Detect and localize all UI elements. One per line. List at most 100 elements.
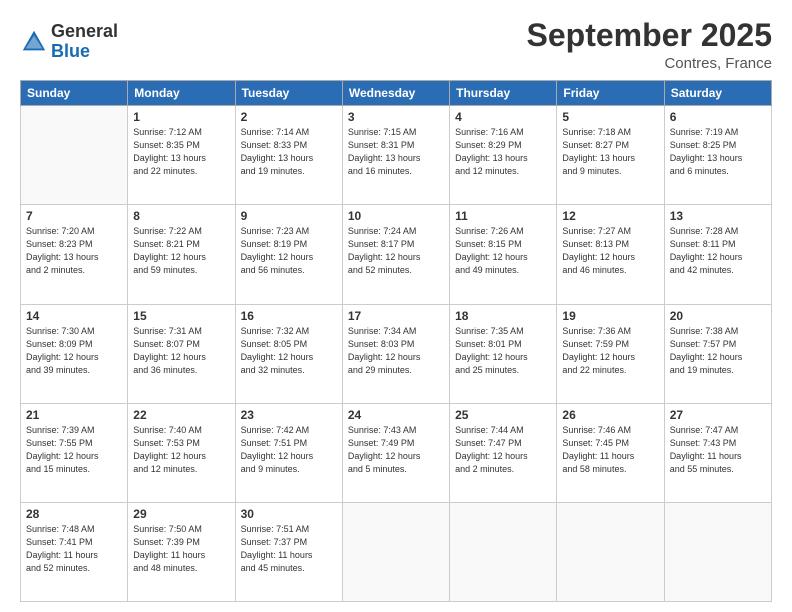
subtitle: Contres, France <box>527 55 772 72</box>
day-number: 15 <box>133 309 229 323</box>
day-number: 20 <box>670 309 766 323</box>
day-number: 30 <box>241 507 337 521</box>
calendar-cell: 14 Sunrise: 7:30 AM Sunset: 8:09 PM Dayli… <box>21 304 128 403</box>
day-number: 13 <box>670 209 766 223</box>
logo-icon <box>20 28 48 56</box>
day-number: 28 <box>26 507 122 521</box>
day-number: 18 <box>455 309 551 323</box>
calendar-cell <box>664 502 771 601</box>
day-info: Sunrise: 7:14 AM Sunset: 8:33 PM Dayligh… <box>241 126 337 178</box>
calendar-cell <box>21 106 128 205</box>
day-number: 8 <box>133 209 229 223</box>
day-info: Sunrise: 7:43 AM Sunset: 7:49 PM Dayligh… <box>348 424 444 476</box>
calendar: SundayMondayTuesdayWednesdayThursdayFrid… <box>20 80 772 602</box>
calendar-cell: 27 Sunrise: 7:47 AM Sunset: 7:43 PM Dayli… <box>664 403 771 502</box>
calendar-cell: 15 Sunrise: 7:31 AM Sunset: 8:07 PM Dayli… <box>128 304 235 403</box>
calendar-cell: 13Sunrise: 7:28 AM Sunset: 8:11 PM Dayli… <box>664 205 771 304</box>
day-number: 2 <box>241 110 337 124</box>
day-info: Sunrise: 7:38 AM Sunset: 7:57 PM Dayligh… <box>670 325 766 377</box>
calendar-day-header: Tuesday <box>235 81 342 106</box>
calendar-cell: 6 Sunrise: 7:19 AM Sunset: 8:25 PM Daylig… <box>664 106 771 205</box>
day-number: 26 <box>562 408 658 422</box>
calendar-cell: 11 Sunrise: 7:26 AM Sunset: 8:15 PM Dayli… <box>450 205 557 304</box>
calendar-cell: 5Sunrise: 7:18 AM Sunset: 8:27 PM Daylig… <box>557 106 664 205</box>
calendar-day-header: Friday <box>557 81 664 106</box>
calendar-cell: 28 Sunrise: 7:48 AM Sunset: 7:41 PM Dayli… <box>21 502 128 601</box>
logo-blue: Blue <box>51 42 118 62</box>
calendar-cell: 24Sunrise: 7:43 AM Sunset: 7:49 PM Dayli… <box>342 403 449 502</box>
main-title: September 2025 <box>527 18 772 53</box>
calendar-header-row: SundayMondayTuesdayWednesdayThursdayFrid… <box>21 81 772 106</box>
calendar-cell: 8 Sunrise: 7:22 AM Sunset: 8:21 PM Daylig… <box>128 205 235 304</box>
day-number: 6 <box>670 110 766 124</box>
day-number: 16 <box>241 309 337 323</box>
day-info: Sunrise: 7:39 AM Sunset: 7:55 PM Dayligh… <box>26 424 122 476</box>
calendar-week-row: 14 Sunrise: 7:30 AM Sunset: 8:09 PM Dayli… <box>21 304 772 403</box>
day-number: 12 <box>562 209 658 223</box>
day-info: Sunrise: 7:46 AM Sunset: 7:45 PM Dayligh… <box>562 424 658 476</box>
calendar-cell: 18Sunrise: 7:35 AM Sunset: 8:01 PM Dayli… <box>450 304 557 403</box>
day-number: 5 <box>562 110 658 124</box>
day-number: 3 <box>348 110 444 124</box>
day-info: Sunrise: 7:44 AM Sunset: 7:47 PM Dayligh… <box>455 424 551 476</box>
day-info: Sunrise: 7:22 AM Sunset: 8:21 PM Dayligh… <box>133 225 229 277</box>
calendar-cell: 23 Sunrise: 7:42 AM Sunset: 7:51 PM Dayli… <box>235 403 342 502</box>
day-info: Sunrise: 7:47 AM Sunset: 7:43 PM Dayligh… <box>670 424 766 476</box>
day-number: 17 <box>348 309 444 323</box>
calendar-week-row: 1Sunrise: 7:12 AM Sunset: 8:35 PM Daylig… <box>21 106 772 205</box>
day-info: Sunrise: 7:32 AM Sunset: 8:05 PM Dayligh… <box>241 325 337 377</box>
calendar-cell: 1Sunrise: 7:12 AM Sunset: 8:35 PM Daylig… <box>128 106 235 205</box>
day-info: Sunrise: 7:51 AM Sunset: 7:37 PM Dayligh… <box>241 523 337 575</box>
day-number: 19 <box>562 309 658 323</box>
day-info: Sunrise: 7:26 AM Sunset: 8:15 PM Dayligh… <box>455 225 551 277</box>
calendar-day-header: Sunday <box>21 81 128 106</box>
calendar-cell: 19Sunrise: 7:36 AM Sunset: 7:59 PM Dayli… <box>557 304 664 403</box>
calendar-day-header: Monday <box>128 81 235 106</box>
day-number: 25 <box>455 408 551 422</box>
logo: General Blue <box>20 22 118 62</box>
day-info: Sunrise: 7:27 AM Sunset: 8:13 PM Dayligh… <box>562 225 658 277</box>
day-number: 10 <box>348 209 444 223</box>
header: General Blue September 2025 Contres, Fra… <box>20 18 772 72</box>
calendar-cell <box>557 502 664 601</box>
calendar-cell: 2 Sunrise: 7:14 AM Sunset: 8:33 PM Daylig… <box>235 106 342 205</box>
day-info: Sunrise: 7:19 AM Sunset: 8:25 PM Dayligh… <box>670 126 766 178</box>
day-number: 9 <box>241 209 337 223</box>
calendar-cell: 17Sunrise: 7:34 AM Sunset: 8:03 PM Dayli… <box>342 304 449 403</box>
calendar-week-row: 28 Sunrise: 7:48 AM Sunset: 7:41 PM Dayli… <box>21 502 772 601</box>
calendar-cell: 7 Sunrise: 7:20 AM Sunset: 8:23 PM Daylig… <box>21 205 128 304</box>
day-info: Sunrise: 7:23 AM Sunset: 8:19 PM Dayligh… <box>241 225 337 277</box>
calendar-cell <box>450 502 557 601</box>
day-number: 29 <box>133 507 229 521</box>
day-info: Sunrise: 7:24 AM Sunset: 8:17 PM Dayligh… <box>348 225 444 277</box>
calendar-cell: 22 Sunrise: 7:40 AM Sunset: 7:53 PM Dayli… <box>128 403 235 502</box>
day-info: Sunrise: 7:31 AM Sunset: 8:07 PM Dayligh… <box>133 325 229 377</box>
day-number: 14 <box>26 309 122 323</box>
day-number: 22 <box>133 408 229 422</box>
calendar-cell: 29Sunrise: 7:50 AM Sunset: 7:39 PM Dayli… <box>128 502 235 601</box>
calendar-cell: 30 Sunrise: 7:51 AM Sunset: 7:37 PM Dayli… <box>235 502 342 601</box>
calendar-day-header: Thursday <box>450 81 557 106</box>
calendar-cell: 4Sunrise: 7:16 AM Sunset: 8:29 PM Daylig… <box>450 106 557 205</box>
calendar-cell: 21Sunrise: 7:39 AM Sunset: 7:55 PM Dayli… <box>21 403 128 502</box>
logo-general: General <box>51 22 118 42</box>
day-info: Sunrise: 7:16 AM Sunset: 8:29 PM Dayligh… <box>455 126 551 178</box>
calendar-cell: 3 Sunrise: 7:15 AM Sunset: 8:31 PM Daylig… <box>342 106 449 205</box>
day-info: Sunrise: 7:12 AM Sunset: 8:35 PM Dayligh… <box>133 126 229 178</box>
calendar-cell: 12 Sunrise: 7:27 AM Sunset: 8:13 PM Dayli… <box>557 205 664 304</box>
day-info: Sunrise: 7:48 AM Sunset: 7:41 PM Dayligh… <box>26 523 122 575</box>
title-area: September 2025 Contres, France <box>527 18 772 72</box>
day-info: Sunrise: 7:42 AM Sunset: 7:51 PM Dayligh… <box>241 424 337 476</box>
day-info: Sunrise: 7:40 AM Sunset: 7:53 PM Dayligh… <box>133 424 229 476</box>
day-number: 27 <box>670 408 766 422</box>
day-number: 11 <box>455 209 551 223</box>
day-info: Sunrise: 7:15 AM Sunset: 8:31 PM Dayligh… <box>348 126 444 178</box>
day-info: Sunrise: 7:30 AM Sunset: 8:09 PM Dayligh… <box>26 325 122 377</box>
day-info: Sunrise: 7:20 AM Sunset: 8:23 PM Dayligh… <box>26 225 122 277</box>
day-number: 23 <box>241 408 337 422</box>
calendar-cell: 10 Sunrise: 7:24 AM Sunset: 8:17 PM Dayli… <box>342 205 449 304</box>
calendar-week-row: 7 Sunrise: 7:20 AM Sunset: 8:23 PM Daylig… <box>21 205 772 304</box>
day-number: 7 <box>26 209 122 223</box>
calendar-cell: 25 Sunrise: 7:44 AM Sunset: 7:47 PM Dayli… <box>450 403 557 502</box>
calendar-cell: 26 Sunrise: 7:46 AM Sunset: 7:45 PM Dayli… <box>557 403 664 502</box>
